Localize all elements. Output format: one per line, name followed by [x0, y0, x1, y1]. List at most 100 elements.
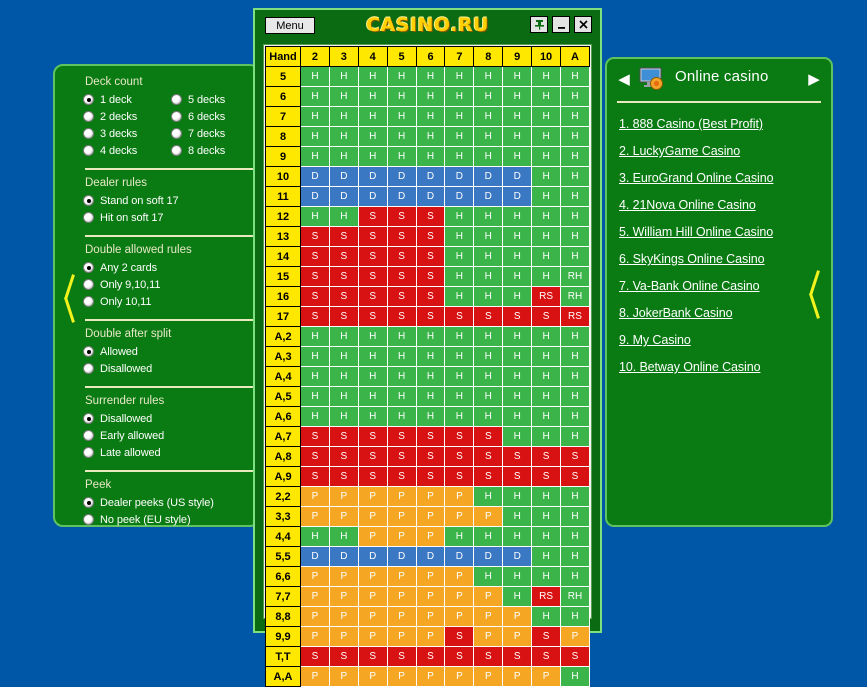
radio-option[interactable]: Stand on soft 17 [83, 192, 179, 209]
radio-option[interactable]: 1 deck [83, 91, 171, 108]
strategy-cell: P [415, 506, 446, 527]
casino-link[interactable]: 2. LuckyGame Casino [619, 144, 819, 158]
close-button[interactable] [574, 16, 592, 33]
radio-option[interactable]: Any 2 cards [83, 259, 157, 276]
strategy-cell: H [444, 406, 475, 427]
minimize-button[interactable] [552, 16, 570, 33]
pin-button[interactable] [530, 16, 548, 33]
strategy-cell: H [386, 86, 417, 107]
casino-link[interactable]: 8. JokerBank Casino [619, 306, 819, 320]
radio-option[interactable]: Only 9,10,11 [83, 276, 160, 293]
radio-option-row: 4 decks 8 decks [83, 142, 259, 159]
radio-button-icon[interactable] [83, 447, 94, 458]
radio-option[interactable]: 2 decks [83, 108, 171, 125]
strategy-cell: H [531, 526, 562, 547]
casino-link[interactable]: 7. Va-Bank Online Casino [619, 279, 819, 293]
dealer-card-header: 2 [300, 46, 330, 67]
radio-button-icon[interactable] [171, 128, 182, 139]
radio-option[interactable]: 6 decks [171, 108, 259, 125]
casino-link[interactable]: 5. William Hill Online Casino [619, 225, 819, 239]
strategy-cell: S [415, 226, 446, 247]
radio-option[interactable]: Disallowed [83, 410, 152, 427]
radio-button-icon[interactable] [83, 94, 94, 105]
casino-link[interactable]: 9. My Casino [619, 333, 819, 347]
hand-label: 7,7 [265, 586, 301, 607]
table-row: A,4 H H H H H H H H H H [265, 366, 590, 387]
radio-option-row: 2 decks 6 decks [83, 108, 259, 125]
casino-link[interactable]: 6. SkyKings Online Casino [619, 252, 819, 266]
chevron-left-icon [64, 274, 78, 322]
radio-option[interactable]: 3 decks [83, 125, 171, 142]
radio-button-icon[interactable] [83, 363, 94, 374]
radio-option[interactable]: 5 decks [171, 91, 259, 108]
strategy-cell: H [502, 426, 533, 447]
radio-option[interactable]: 4 decks [83, 142, 171, 159]
strategy-cell: RS [560, 306, 590, 327]
table-row: 10 D D D D D D D D H H [265, 166, 590, 187]
radio-option[interactable]: Hit on soft 17 [83, 209, 164, 226]
strategy-cell: S [300, 446, 330, 467]
strategy-cell: P [357, 526, 388, 547]
collapse-right-panel-button[interactable] [801, 59, 831, 529]
casino-prev-button[interactable]: ◀ [615, 70, 633, 88]
radio-button-icon[interactable] [83, 296, 94, 307]
strategy-cell: H [560, 506, 590, 527]
radio-button-icon[interactable] [83, 430, 94, 441]
casino-link[interactable]: 3. EuroGrand Online Casino [619, 171, 819, 185]
strategy-cell: P [560, 626, 590, 647]
radio-option[interactable]: No peek (EU style) [83, 511, 191, 528]
strategy-cell: H [502, 66, 533, 87]
radio-button-icon[interactable] [171, 145, 182, 156]
settings-group-title: Surrender rules [85, 395, 165, 407]
strategy-cell: S [328, 466, 359, 487]
radio-button-icon[interactable] [83, 262, 94, 273]
strategy-cell: S [328, 246, 359, 267]
table-row: 14 S S S S S H H H H H [265, 246, 590, 267]
radio-button-icon[interactable] [83, 279, 94, 290]
strategy-cell: H [300, 66, 330, 87]
radio-button-icon[interactable] [83, 497, 94, 508]
radio-option[interactable]: 7 decks [171, 125, 259, 142]
casino-link[interactable]: 10. Betway Online Casino [619, 360, 819, 374]
strategy-cell: H [300, 206, 330, 227]
radio-button-icon[interactable] [171, 111, 182, 122]
strategy-cell: H [386, 346, 417, 367]
strategy-cell: H [444, 106, 475, 127]
radio-button-icon[interactable] [83, 128, 94, 139]
radio-button-icon[interactable] [83, 212, 94, 223]
strategy-cell: H [502, 406, 533, 427]
radio-button-icon[interactable] [171, 94, 182, 105]
radio-button-icon[interactable] [83, 346, 94, 357]
strategy-cell: H [502, 106, 533, 127]
radio-button-icon[interactable] [83, 514, 94, 525]
radio-option-row: 1 deck 5 decks [83, 91, 259, 108]
radio-button-icon[interactable] [83, 195, 94, 206]
radio-button-icon[interactable] [83, 145, 94, 156]
hand-label: 10 [265, 166, 301, 187]
settings-group-title: Dealer rules [85, 177, 147, 189]
strategy-cell: P [328, 626, 359, 647]
strategy-cell: H [328, 386, 359, 407]
hand-label: A,9 [265, 466, 301, 487]
radio-option[interactable]: 8 decks [171, 142, 259, 159]
radio-option[interactable]: Late allowed [83, 444, 161, 461]
radio-button-icon[interactable] [83, 413, 94, 424]
radio-option[interactable]: Dealer peeks (US style) [83, 494, 214, 511]
strategy-cell: H [444, 246, 475, 267]
strategy-cell: P [415, 526, 446, 547]
settings-divider [85, 470, 257, 472]
casino-link[interactable]: 1. 888 Casino (Best Profit) [619, 117, 819, 131]
dealer-card-header: 10 [531, 46, 562, 67]
radio-option[interactable]: Disallowed [83, 360, 152, 377]
radio-option[interactable]: Early allowed [83, 427, 164, 444]
strategy-cell: D [473, 546, 504, 567]
casino-link[interactable]: 4. 21Nova Online Casino [619, 198, 819, 212]
radio-option[interactable]: Allowed [83, 343, 138, 360]
strategy-cell: H [531, 326, 562, 347]
radio-option-row: Hit on soft 17 [83, 209, 259, 226]
hand-label: 5,5 [265, 546, 301, 567]
strategy-cell: H [328, 86, 359, 107]
radio-option[interactable]: Only 10,11 [83, 293, 151, 310]
radio-button-icon[interactable] [83, 111, 94, 122]
strategy-cell: S [415, 266, 446, 287]
